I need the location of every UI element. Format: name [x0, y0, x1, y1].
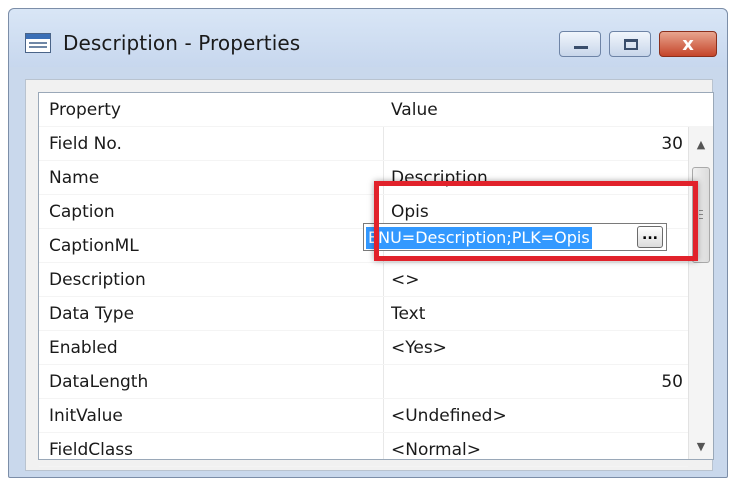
property-name[interactable]: DataLength [49, 365, 379, 399]
maximize-button[interactable] [609, 31, 651, 57]
property-name[interactable]: InitValue [49, 399, 379, 433]
property-row[interactable]: FieldClass <Normal> [39, 433, 688, 467]
property-name[interactable]: Enabled [49, 331, 379, 365]
properties-grid: Property Value Field No. 30 Name Descriptio… [38, 92, 714, 467]
property-value[interactable]: 30 [391, 127, 691, 161]
property-name[interactable]: Name [49, 161, 379, 195]
title-bar[interactable]: Description - Properties x [9, 9, 727, 67]
property-value[interactable]: <Undefined> [391, 399, 691, 433]
property-row[interactable]: Field No. 30 [39, 127, 688, 161]
property-row[interactable]: Enabled <Yes> [39, 331, 688, 365]
header-property[interactable]: Property [49, 93, 379, 127]
property-value[interactable]: <Yes> [391, 331, 691, 365]
grid-header: Property Value [39, 93, 713, 127]
property-row[interactable]: DataLength 50 [39, 365, 688, 399]
property-value[interactable]: 50 [391, 365, 691, 399]
property-row[interactable]: Description <> [39, 263, 688, 297]
header-value[interactable]: Value [391, 93, 691, 127]
close-button[interactable]: x [659, 31, 717, 57]
scroll-up-icon[interactable]: ▲ [689, 133, 713, 157]
property-row[interactable]: Data Type Text [39, 297, 688, 331]
client-area: Property Value Field No. 30 Name Descriptio… [25, 79, 714, 471]
property-name[interactable]: Data Type [49, 297, 379, 331]
property-name[interactable]: Description [49, 263, 379, 297]
table-properties-icon [25, 33, 51, 53]
vertical-scrollbar[interactable]: ▲ ▼ [688, 127, 713, 459]
window-title: Description - Properties [63, 31, 301, 55]
maximize-icon [624, 39, 638, 50]
close-icon: x [682, 34, 694, 55]
property-value[interactable]: <> [391, 263, 691, 297]
minimize-button[interactable] [559, 31, 601, 57]
minimize-icon [574, 46, 588, 49]
highlight-box [374, 181, 698, 261]
property-name[interactable]: Field No. [49, 127, 379, 161]
scroll-down-icon[interactable]: ▼ [689, 435, 713, 459]
property-name[interactable]: CaptionML [49, 229, 379, 263]
property-row[interactable]: InitValue <Undefined> [39, 399, 688, 433]
property-value[interactable]: Text [391, 297, 691, 331]
property-value[interactable]: <Normal> [391, 433, 691, 467]
property-name[interactable]: Caption [49, 195, 379, 229]
property-name[interactable]: FieldClass [49, 433, 379, 467]
